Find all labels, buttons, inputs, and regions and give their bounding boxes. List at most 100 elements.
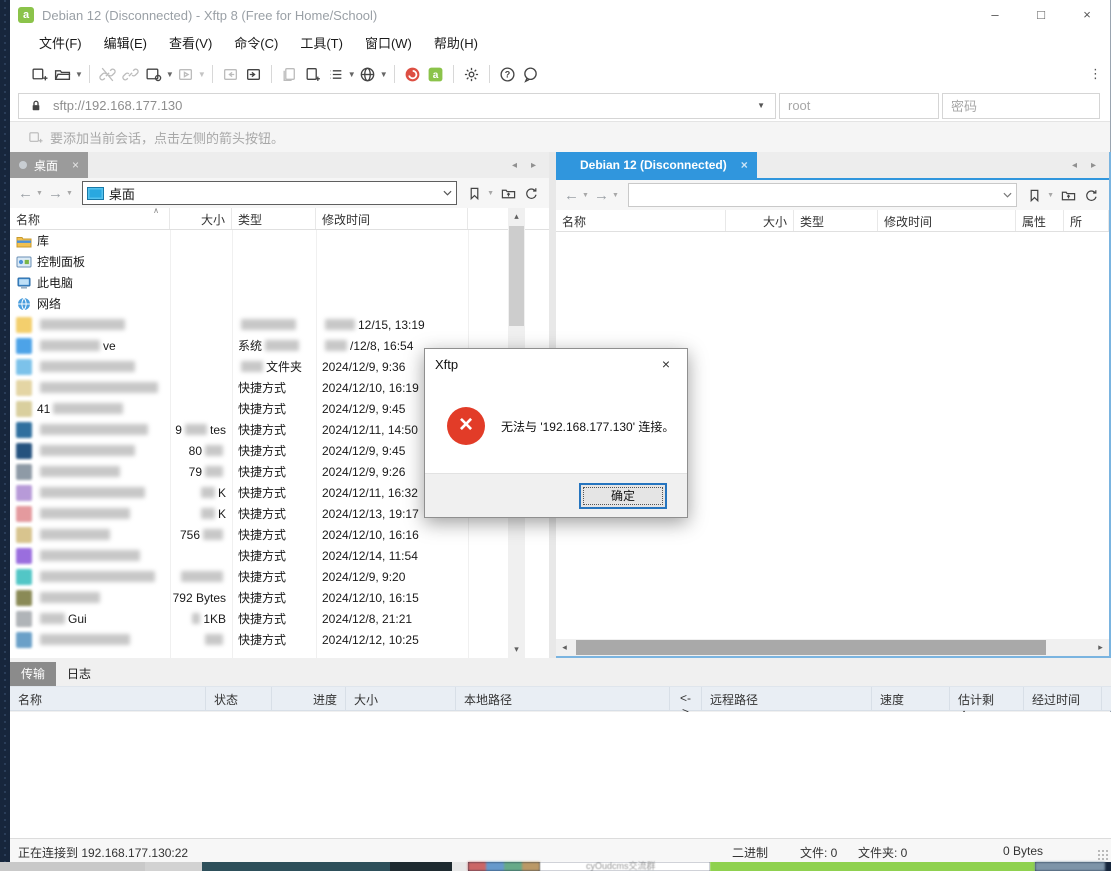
- encoding-globe-icon[interactable]: [356, 62, 379, 86]
- bookmark-dropdown-icon[interactable]: ▼: [486, 190, 497, 197]
- dialog-close-icon[interactable]: ×: [645, 349, 687, 379]
- refresh-icon[interactable]: [520, 186, 543, 201]
- folder-up-icon[interactable]: [497, 186, 520, 201]
- back-dropdown-icon[interactable]: ▼: [581, 192, 592, 199]
- disconnect-icon[interactable]: [96, 62, 119, 86]
- menu-item-0[interactable]: 文件(F): [28, 30, 93, 58]
- close-button[interactable]: ×: [1064, 0, 1110, 30]
- forward-icon[interactable]: →: [46, 185, 65, 202]
- scrollbar-thumb[interactable]: [576, 640, 1046, 655]
- bookmark-icon[interactable]: [463, 186, 486, 201]
- back-icon[interactable]: ←: [16, 185, 35, 202]
- settings-icon[interactable]: [460, 62, 483, 86]
- tab-scroll-left-icon[interactable]: ◂: [505, 160, 524, 171]
- resize-grip[interactable]: [1097, 849, 1109, 861]
- transfer-column-3[interactable]: 大小: [346, 687, 456, 710]
- menu-item-5[interactable]: 窗口(W): [354, 30, 423, 58]
- back-dropdown-icon[interactable]: ▼: [35, 190, 46, 197]
- open-folder-icon[interactable]: [51, 62, 74, 86]
- toolbar-overflow-icon[interactable]: ⋮: [1089, 66, 1102, 82]
- scroll-up-icon[interactable]: ▴: [508, 208, 525, 225]
- transfer-column-6[interactable]: 远程路径: [702, 687, 872, 710]
- transfer-column-7[interactable]: 速度: [872, 687, 950, 710]
- local-path-combobox[interactable]: 桌面: [82, 181, 457, 205]
- column-header-0[interactable]: 名称∧: [10, 208, 170, 229]
- minimize-button[interactable]: –: [972, 0, 1018, 30]
- scroll-left-icon[interactable]: ◂: [556, 639, 573, 656]
- column-header-1[interactable]: 大小: [170, 208, 232, 229]
- back-icon[interactable]: ←: [562, 187, 581, 204]
- transfer-right-icon[interactable]: [242, 62, 265, 86]
- dialog-title-bar[interactable]: Xftp ×: [425, 349, 687, 379]
- transfer-column-9[interactable]: 经过时间: [1024, 687, 1102, 710]
- forward-dropdown-icon[interactable]: ▼: [611, 192, 622, 199]
- path-chevron-icon[interactable]: [1003, 192, 1012, 198]
- reconnect-icon[interactable]: [119, 62, 142, 86]
- feedback-icon[interactable]: [519, 62, 542, 86]
- column-header-5[interactable]: 所: [1064, 210, 1109, 231]
- column-header-0[interactable]: 名称: [556, 210, 726, 231]
- transfer-column-2[interactable]: 进度: [272, 687, 346, 710]
- transfer-column-8[interactable]: 估计剩余...: [950, 687, 1024, 710]
- scroll-right-icon[interactable]: ▸: [1092, 639, 1109, 656]
- scrollbar-thumb[interactable]: [509, 226, 524, 326]
- transfer-column-5[interactable]: <->: [670, 687, 702, 710]
- bookmark-icon[interactable]: [1023, 188, 1046, 203]
- session-properties-dropdown-icon[interactable]: ▼: [166, 70, 174, 79]
- column-header-4[interactable]: 属性: [1016, 210, 1064, 231]
- xshell-icon[interactable]: [401, 62, 424, 86]
- column-header-2[interactable]: 类型: [794, 210, 878, 231]
- menu-item-3[interactable]: 命令(C): [223, 30, 289, 58]
- scroll-down-icon[interactable]: ▾: [508, 641, 525, 658]
- column-header-3[interactable]: 修改时间: [316, 208, 468, 229]
- run-icon[interactable]: [174, 62, 197, 86]
- address-input[interactable]: sftp://192.168.177.130 ▼: [18, 93, 776, 119]
- run-dropdown-icon[interactable]: ▼: [198, 70, 206, 79]
- forward-dropdown-icon[interactable]: ▼: [65, 190, 76, 197]
- duplicate-tab-icon[interactable]: [278, 62, 301, 86]
- tab-close-icon[interactable]: ×: [72, 158, 79, 172]
- bookmark-dropdown-icon[interactable]: ▼: [1046, 192, 1057, 199]
- column-header-3[interactable]: 修改时间: [878, 210, 1016, 231]
- path-chevron-icon[interactable]: [443, 190, 452, 196]
- tab-close-icon[interactable]: ×: [741, 158, 748, 172]
- transfer-left-icon[interactable]: [219, 62, 242, 86]
- password-field[interactable]: 密码: [942, 93, 1100, 119]
- bottom-tab-transfer[interactable]: 传输: [10, 662, 56, 686]
- transfer-column-1[interactable]: 状态: [206, 687, 272, 710]
- new-tab-icon[interactable]: [301, 62, 324, 86]
- remote-horizontal-scrollbar[interactable]: ◂ ▸: [556, 639, 1109, 656]
- folder-up-icon[interactable]: [1057, 188, 1080, 203]
- help-icon[interactable]: ?: [496, 62, 519, 86]
- ok-button[interactable]: 确定: [579, 483, 667, 509]
- tab-scroll-right-icon[interactable]: ▸: [524, 160, 543, 171]
- menu-item-4[interactable]: 工具(T): [289, 30, 354, 58]
- encoding-globe-dropdown-icon[interactable]: ▼: [380, 70, 388, 79]
- xftp-icon[interactable]: a: [424, 62, 447, 86]
- menu-item-2[interactable]: 查看(V): [158, 30, 223, 58]
- forward-icon[interactable]: →: [592, 187, 611, 204]
- bottom-tab-log[interactable]: 日志: [56, 662, 102, 686]
- new-session-icon[interactable]: [28, 62, 51, 86]
- maximize-button[interactable]: □: [1018, 0, 1064, 30]
- column-header-2[interactable]: 类型: [232, 208, 316, 229]
- address-dropdown-icon[interactable]: ▼: [753, 101, 769, 110]
- view-list-icon[interactable]: [324, 62, 347, 86]
- tab-scroll-left-icon[interactable]: ◂: [1065, 160, 1084, 171]
- session-properties-icon[interactable]: [142, 62, 165, 86]
- transfer-column-4[interactable]: 本地路径: [456, 687, 670, 710]
- view-list-dropdown-icon[interactable]: ▼: [348, 70, 356, 79]
- column-header-1[interactable]: 大小: [726, 210, 794, 231]
- remote-tab[interactable]: Debian 12 (Disconnected) ×: [556, 152, 757, 178]
- menu-item-6[interactable]: 帮助(H): [423, 30, 489, 58]
- menu-item-1[interactable]: 编辑(E): [93, 30, 158, 58]
- remote-path-combobox[interactable]: [628, 183, 1017, 207]
- transfer-column-0[interactable]: 名称: [10, 687, 206, 710]
- open-folder-dropdown-icon[interactable]: ▼: [75, 70, 83, 79]
- tab-scroll-right-icon[interactable]: ▸: [1084, 160, 1103, 171]
- local-tab[interactable]: 桌面 ×: [10, 152, 88, 178]
- refresh-icon[interactable]: [1080, 188, 1103, 203]
- title-bar[interactable]: a Debian 12 (Disconnected) - Xftp 8 (Fre…: [10, 0, 1110, 30]
- progress-strip: [710, 862, 1035, 871]
- username-field[interactable]: root: [779, 93, 939, 119]
